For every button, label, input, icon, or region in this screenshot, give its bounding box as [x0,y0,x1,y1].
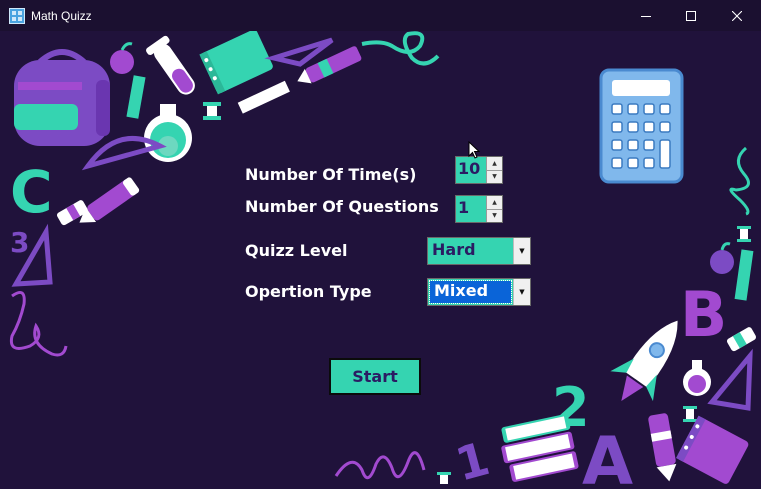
apple-icon [110,42,134,74]
calculator-icon [599,68,684,184]
questions-value[interactable]: 1 [456,196,486,222]
math-quizz-window: Math Quizz C 3 B 2 1 A Number Of Time(s)… [0,0,761,489]
crayon-bottom-icon [648,413,677,482]
operation-chevron-down-icon[interactable]: ▼ [513,279,530,305]
questions-label: Number Of Questions [245,197,439,216]
questions-down-icon[interactable]: ▼ [487,210,502,223]
time-label: Number Of Time(s) [245,165,417,184]
close-button[interactable] [714,0,760,31]
notebook-icon [199,31,273,95]
squiggle-right [729,146,750,216]
digit-one: 1 [450,431,495,489]
flask-icon [144,104,192,162]
ruler-icon [126,75,146,119]
letter-b: B [680,278,727,351]
squiggle-top [361,31,440,66]
mouse-cursor-icon [468,141,480,159]
flask-right-icon [683,360,711,396]
minimize-icon [641,15,651,17]
time-stepper[interactable]: 10 ▲ ▼ [455,156,503,184]
minimize-button[interactable] [623,0,669,31]
apple-right-icon [710,242,734,274]
eraser-bottom-center-icon [437,472,451,484]
level-chevron-down-icon[interactable]: ▼ [513,238,530,264]
letter-a: A [582,423,633,489]
operation-value: Mixed [429,280,512,304]
backpack-icon [14,49,110,146]
eraser-mid-right-icon [726,327,757,352]
letter-c: C [10,158,53,226]
books-icon [501,414,579,482]
squiggle-bottom [334,451,426,480]
triangle-right-icon [707,348,753,411]
eraser-right-icon [737,226,751,242]
close-icon [732,10,742,21]
background-illustration: C 3 B 2 1 A [9,31,757,489]
start-button[interactable]: Start [329,358,421,395]
operation-select[interactable]: Mixed ▼ [427,278,531,306]
questions-stepper-buttons: ▲ ▼ [486,196,502,222]
level-value: Hard [432,240,476,259]
white-ruler-icon [237,80,290,114]
crayon-icon [297,46,362,84]
operation-label: Opertion Type [245,282,372,301]
questions-stepper[interactable]: 1 ▲ ▼ [455,195,503,223]
time-stepper-buttons: ▲ ▼ [486,157,502,183]
questions-up-icon[interactable]: ▲ [487,196,502,210]
time-up-icon[interactable]: ▲ [487,157,502,171]
ruler-right-icon [734,249,754,301]
squiggle-left [9,290,68,357]
eraser-bottom-icon [683,406,697,422]
test-tube-icon [146,35,195,95]
time-value[interactable]: 10 [456,157,486,183]
eraser-icon [203,102,221,120]
maximize-button[interactable] [668,0,714,31]
maximize-icon [686,10,696,21]
app-icon [9,7,25,24]
level-select[interactable]: Hard ▼ [427,237,531,265]
digit-three: 3 [10,226,29,259]
level-label: Quizz Level [245,241,348,260]
window-title: Math Quizz [31,8,92,23]
notebook-bottom-icon [676,415,749,484]
time-down-icon[interactable]: ▼ [487,171,502,184]
